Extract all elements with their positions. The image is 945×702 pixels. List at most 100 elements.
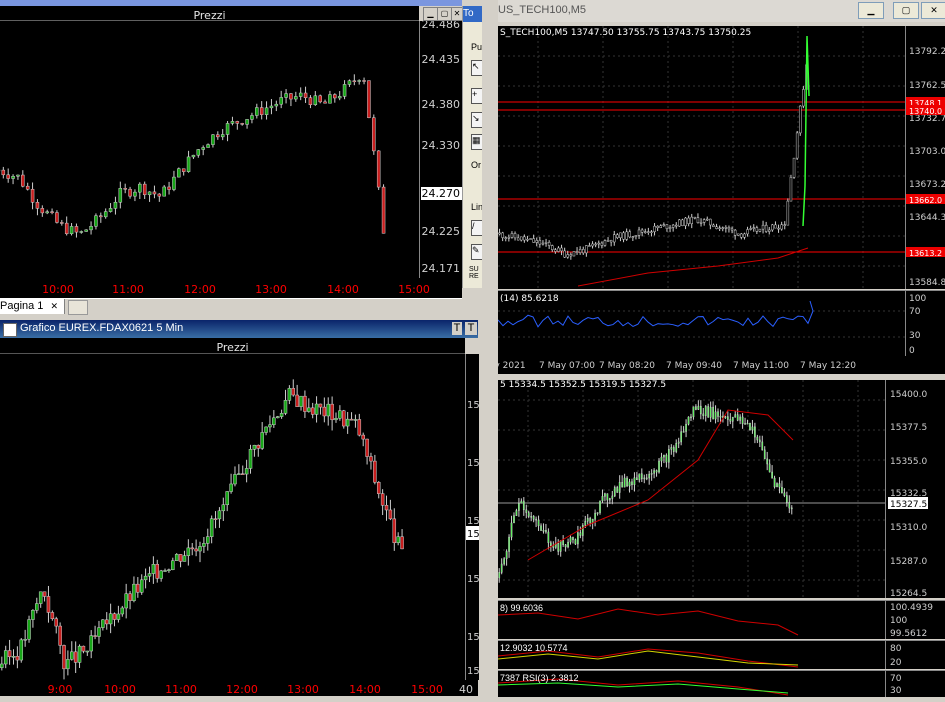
candle: [780, 224, 783, 230]
candle: [308, 97, 313, 105]
candle: [721, 227, 724, 230]
time-tick: 7 May 12:20: [800, 361, 856, 371]
add-tab-icon[interactable]: [68, 300, 88, 315]
candle: [763, 449, 766, 460]
candle: [755, 227, 759, 232]
candle: [133, 191, 137, 197]
oscillator-tick: 0: [909, 346, 915, 356]
candle: [162, 186, 166, 197]
candle: [287, 388, 292, 401]
price-axis-ticks: 1515151515151515: [466, 400, 480, 677]
restore-button[interactable]: ▢: [893, 2, 919, 19]
current-price-label: 15327.5: [890, 500, 927, 510]
candle: [655, 470, 658, 473]
candle: [736, 414, 739, 421]
candle: [353, 419, 358, 421]
candle: [702, 413, 705, 416]
minimize-button[interactable]: ▁: [858, 2, 884, 19]
time-tick: 14:00: [327, 283, 359, 296]
indicator-1-area[interactable]: 8) 99.6036: [497, 600, 885, 639]
candle: [634, 235, 638, 237]
candle: [645, 477, 648, 480]
tab-close-icon[interactable]: ✕: [51, 301, 59, 311]
candle: [547, 531, 550, 544]
candle: [628, 481, 631, 487]
candle: [255, 107, 259, 116]
candle: [269, 105, 274, 109]
candle: [138, 183, 142, 193]
candle: [709, 218, 712, 226]
candle: [692, 406, 695, 418]
candle: [672, 447, 675, 452]
time-tick: 15:00: [398, 283, 430, 296]
candle: [687, 416, 690, 425]
indicator-2-area[interactable]: 12.9032 10.5774: [497, 640, 885, 669]
color-tool-icon[interactable]: T: [465, 322, 477, 335]
candle: [623, 477, 626, 488]
candle: [142, 183, 147, 196]
price-axis: 1515151515151515: [465, 354, 480, 680]
candle: [295, 394, 299, 407]
window-titlebar[interactable]: US_TECH100,M5 ▁ ▢ ✕: [498, 0, 945, 22]
candle: [181, 168, 186, 172]
main-chart-area[interactable]: S_TECH100,M5 13747.50 13755.75 13743.75 …: [498, 26, 905, 289]
candle: [613, 234, 616, 243]
candle: [740, 233, 743, 238]
restore-button[interactable]: ▢: [437, 7, 452, 21]
indicator-1-label: 8) 99.6036: [500, 603, 544, 613]
oscillator-axis: 100 70 30 0: [905, 290, 945, 357]
candle: [609, 498, 611, 501]
candle: [540, 525, 542, 531]
window-titlebar[interactable]: Grafico EUREX.FDAX0621 5 Min T T: [0, 320, 478, 338]
candle: [376, 482, 381, 494]
candle: [513, 233, 517, 239]
candle: [128, 188, 132, 197]
candle: [167, 569, 171, 571]
candle: [545, 529, 547, 533]
candle: [786, 495, 788, 503]
window-title: US_TECH100,M5: [498, 4, 587, 16]
spike-line: [802, 35, 810, 227]
candle: [724, 416, 727, 419]
candle: [594, 243, 597, 246]
price-tick: 15: [467, 574, 479, 585]
candle: [754, 426, 756, 438]
candle: [244, 468, 249, 475]
close-button[interactable]: ✕: [921, 2, 945, 19]
candle: [3, 650, 8, 665]
candle: [693, 216, 697, 219]
main-chart-area[interactable]: 5 15334.5 15352.5 15319.5 15327.5: [498, 380, 885, 598]
minimize-button[interactable]: ▁: [423, 7, 438, 21]
candle: [334, 418, 338, 421]
tab-pagina-1[interactable]: Pagina 1 ✕: [0, 299, 65, 314]
chart-header: Prezzi: [0, 338, 465, 354]
price-tick: 13762.5: [909, 81, 945, 91]
price-chart-area[interactable]: [0, 21, 419, 278]
candle: [0, 663, 4, 668]
candle: [665, 224, 669, 229]
candle: [656, 225, 659, 228]
candle: [186, 547, 191, 556]
candle: [380, 493, 385, 506]
price-tick: 13673.2: [909, 180, 945, 190]
candle: [66, 659, 70, 670]
text-tool-icon[interactable]: T: [452, 322, 462, 335]
candle: [640, 229, 644, 233]
candle: [659, 225, 662, 228]
candle: [606, 493, 609, 501]
candle: [783, 224, 786, 226]
mt4-window-top: US_TECH100,M5 ▁ ▢ ✕ S_TECH100,M5 13747.5…: [494, 0, 945, 378]
candle: [120, 607, 125, 615]
candle: [774, 224, 777, 229]
oscillator-area[interactable]: (14) 85.6218: [497, 290, 905, 357]
indicator-2-label: 12.9032 10.5774: [500, 643, 568, 653]
candle: [235, 121, 240, 124]
indicator-3-area[interactable]: 7387 RSI(3) 2.3812: [497, 670, 885, 697]
candle: [537, 519, 540, 527]
candle: [567, 541, 569, 548]
candle: [510, 522, 513, 538]
candle: [69, 226, 74, 235]
candle: [648, 473, 651, 479]
price-chart-area[interactable]: [0, 354, 465, 680]
tools-panel-title[interactable]: To: [463, 6, 483, 22]
